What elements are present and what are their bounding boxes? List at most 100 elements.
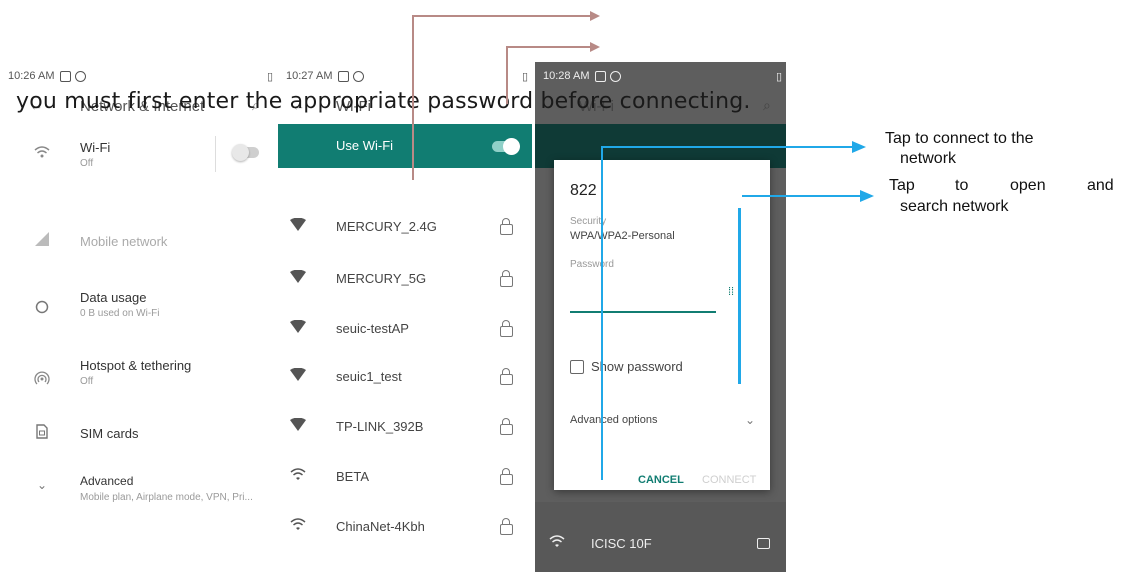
arrow-icon	[852, 141, 866, 153]
network-name: ICISC 10F	[591, 536, 652, 551]
network-name: MERCURY_2.4G	[336, 219, 437, 234]
use-wifi-toggle[interactable]	[492, 138, 520, 155]
sim-status-icon: ▯	[266, 70, 273, 83]
mobile-network-row[interactable]: Mobile network	[0, 210, 277, 272]
hotspot-subtitle: Off	[80, 376, 94, 387]
sim-icon	[30, 424, 54, 444]
arrow-icon	[860, 190, 874, 202]
wifi-signal-icon	[290, 367, 306, 384]
wifi-signal-icon	[290, 468, 306, 484]
advanced-row[interactable]: ⌄ Advanced Mobile plan, Airplane mode, V…	[0, 466, 277, 528]
mobile-network-title: Mobile network	[80, 234, 168, 249]
advanced-options[interactable]: Advanced options	[570, 414, 657, 426]
connect-callout-line1: Tap to connect to the	[885, 130, 1034, 147]
network-list-item[interactable]: MERCURY_2.4G	[278, 202, 532, 252]
signal-icon	[30, 232, 54, 251]
network-name: seuic1_test	[336, 369, 402, 384]
wifi-signal-icon	[290, 319, 306, 336]
annotation-line	[506, 46, 590, 48]
annotation-line	[738, 208, 741, 384]
annotation-line	[412, 15, 414, 180]
data-usage-icon	[30, 300, 54, 319]
advanced-title: Advanced	[80, 474, 134, 488]
annotation-line	[601, 146, 854, 148]
wifi-icon	[30, 145, 54, 164]
connect-callout-line2: network	[900, 150, 957, 167]
lock-icon	[500, 218, 513, 235]
annotation-line	[601, 146, 603, 480]
annotation-line	[742, 195, 862, 197]
hotspot-icon	[30, 370, 54, 391]
sim-cards-title: SIM cards	[80, 426, 139, 441]
search-icon[interactable]: ⌕	[763, 97, 771, 114]
status-time: 10:27 AM	[286, 70, 333, 82]
status-bar: 10:26 AM ▯	[0, 62, 277, 90]
wifi-setting-row[interactable]: Wi-Fi Off	[0, 124, 277, 186]
password-label: Password	[570, 259, 614, 270]
wifi-signal-icon	[290, 417, 306, 434]
arrow-icon	[590, 11, 600, 21]
lock-icon	[500, 418, 513, 435]
wifi-signal-icon	[290, 269, 306, 286]
security-value: WPA/WPA2-Personal	[570, 230, 675, 242]
connect-button[interactable]: CONNECT	[702, 474, 756, 486]
network-internet-screen: 10:26 AM ▯ ← Network & Internet ⌕ Wi-Fi …	[0, 62, 277, 572]
sim-status-icon: ▯	[775, 70, 782, 83]
wifi-subtitle: Off	[80, 158, 94, 169]
notification-icon	[60, 70, 72, 82]
network-list-item[interactable]: ChinaNet-4Kbh	[278, 502, 532, 552]
toggle-knob	[232, 144, 249, 161]
wifi-title: Wi-Fi	[80, 140, 111, 155]
lock-icon	[500, 518, 513, 535]
advanced-subtitle: Mobile plan, Airplane mode, VPN, Pri...	[80, 492, 253, 503]
wifi-list-screen: 10:27 AM ▯ ← Wi-Fi Use Wi-Fi MERCURY_2.4…	[278, 62, 532, 572]
show-password-label: Show password	[591, 359, 683, 374]
dialog-ssid: 822	[570, 182, 597, 199]
network-list-item[interactable]: BETA	[278, 452, 532, 502]
network-list-item[interactable]: TP-LINK_392B	[278, 402, 532, 452]
annotation-line	[506, 46, 508, 104]
status-bar: 10:27 AM ▯	[278, 62, 532, 90]
network-list-item[interactable]: seuic-testAP	[278, 304, 532, 354]
wifi-signal-icon	[290, 518, 306, 534]
annotation-line	[412, 15, 590, 17]
hotspot-title: Hotspot & tethering	[80, 358, 192, 373]
lock-icon	[500, 468, 513, 485]
sync-icon	[610, 70, 622, 82]
use-wifi-bar[interactable]: Use Wi-Fi	[278, 124, 532, 168]
chevron-down-icon[interactable]: ⌄	[745, 413, 755, 427]
open-callout-line2: search network	[900, 198, 1009, 215]
data-usage-row[interactable]: Data usage 0 B used on Wi-Fi	[0, 278, 277, 340]
keyboard-icon[interactable]: ⁞⁞	[728, 287, 734, 298]
wifi-password-screen: 10:28 AM ▯ Wi-Fi ⌕ ICISC 10F 822 Securit…	[535, 62, 786, 572]
network-name: seuic-testAP	[336, 321, 409, 336]
data-usage-subtitle: 0 B used on Wi-Fi	[80, 308, 160, 319]
lock-icon	[500, 270, 513, 287]
sync-icon	[353, 70, 365, 82]
wifi-signal-icon	[290, 217, 306, 234]
status-time: 10:28 AM	[543, 70, 590, 82]
network-name: MERCURY_5G	[336, 271, 427, 286]
arrow-icon	[590, 42, 600, 52]
wifi-toggle[interactable]	[232, 144, 259, 161]
show-password-checkbox[interactable]	[570, 360, 584, 374]
lock-icon	[500, 368, 513, 385]
open-callout-word1: Tap	[889, 177, 915, 194]
sync-icon	[75, 70, 87, 82]
toggle-knob	[503, 138, 520, 155]
wifi-signal-icon	[549, 535, 565, 551]
password-input[interactable]	[570, 277, 716, 313]
cancel-button[interactable]: CANCEL	[638, 474, 684, 486]
sim-status-icon: ▯	[521, 70, 528, 83]
notification-icon	[338, 70, 350, 82]
network-name: BETA	[336, 469, 369, 484]
hotspot-row[interactable]: Hotspot & tethering Off	[0, 350, 277, 412]
status-bar: 10:28 AM ▯	[535, 62, 786, 90]
network-name: TP-LINK_392B	[336, 419, 424, 434]
network-list-item[interactable]: seuic1_test	[278, 352, 532, 402]
instruction-text: you must first enter the appropriate pas…	[16, 89, 751, 114]
network-list-item[interactable]: MERCURY_5G	[278, 254, 532, 304]
data-usage-title: Data usage	[80, 290, 147, 305]
lock-icon	[500, 320, 513, 337]
notification-icon	[595, 70, 607, 82]
